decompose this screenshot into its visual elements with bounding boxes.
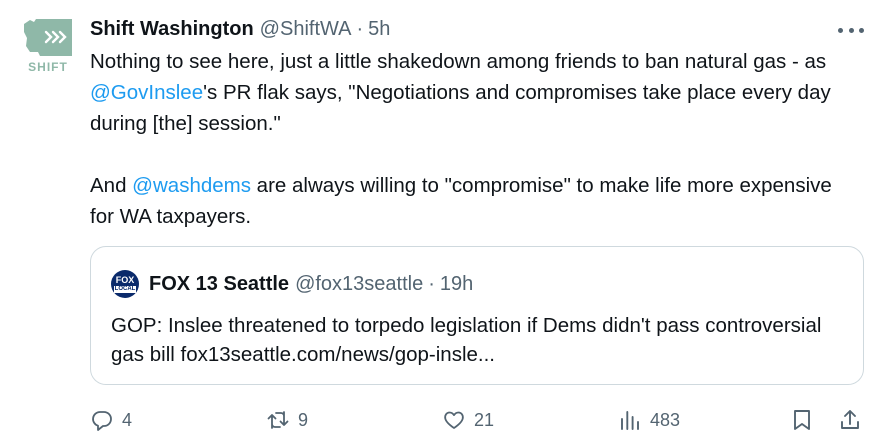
quoted-header-separator: · xyxy=(428,272,435,295)
text-segment: Nothing to see here, just a little shake… xyxy=(90,50,827,73)
quoted-tweet-text: GOP: Inslee threatened to torpedo legisl… xyxy=(111,314,822,366)
tweet-header: Shift Washington @ShiftWA · 5h xyxy=(90,16,390,42)
view-count: 483 xyxy=(650,409,681,430)
tweet-action-bar: 4 9 21 483 xyxy=(90,404,870,436)
quoted-tweet-header: FOX LOCAL FOX 13 Seattle @fox13seattle ·… xyxy=(111,270,474,298)
retweet-count: 9 xyxy=(298,409,309,430)
reply-count: 4 xyxy=(122,409,133,430)
like-count: 21 xyxy=(474,409,495,430)
author-handle[interactable]: @ShiftWA xyxy=(260,18,352,41)
views-button[interactable]: 483 xyxy=(618,404,680,436)
fox-logo-text: FOX xyxy=(115,274,135,285)
mention-govinslee-link[interactable]: @GovInslee xyxy=(90,81,203,104)
share-icon xyxy=(841,410,859,429)
quoted-author-handle: @fox13seattle xyxy=(295,272,424,295)
bookmark-icon xyxy=(794,410,810,430)
author-name[interactable]: Shift Washington xyxy=(90,18,254,41)
share-button[interactable] xyxy=(838,404,862,436)
washington-state-logo-icon xyxy=(24,19,72,56)
tweet-timestamp[interactable]: 5h xyxy=(368,18,390,41)
reply-button[interactable]: 4 xyxy=(90,404,132,436)
more-options-icon[interactable] xyxy=(838,22,864,38)
tweet-paragraph-2: And @washdems are always willing to "com… xyxy=(90,170,860,232)
views-chart-icon xyxy=(621,411,639,430)
bookmark-button[interactable] xyxy=(790,404,814,436)
retweet-icon xyxy=(267,411,289,429)
tweet-paragraph-1: Nothing to see here, just a little shake… xyxy=(90,46,860,139)
reply-icon xyxy=(92,411,112,431)
fox-logo-subtext: LOCAL xyxy=(113,285,137,293)
tweet[interactable]: SHIFT Shift Washington @ShiftWA · 5h Not… xyxy=(0,0,888,448)
header-separator: · xyxy=(356,17,364,40)
avatar[interactable]: SHIFT xyxy=(20,16,76,74)
tweet-text: Nothing to see here, just a little shake… xyxy=(90,46,860,232)
quoted-author-name: FOX 13 Seattle xyxy=(149,272,290,295)
retweet-button[interactable]: 9 xyxy=(266,404,308,436)
quoted-tweet-card[interactable]: FOX LOCAL FOX 13 Seattle @fox13seattle ·… xyxy=(90,246,864,385)
heart-icon xyxy=(444,411,464,429)
text-segment: And xyxy=(90,174,133,197)
avatar-label: SHIFT xyxy=(28,60,68,74)
mention-washdems-link[interactable]: @washdems xyxy=(132,174,251,197)
like-button[interactable]: 21 xyxy=(442,404,494,436)
fox13-avatar: FOX LOCAL xyxy=(111,270,139,298)
quoted-timestamp: 19h xyxy=(439,272,474,295)
